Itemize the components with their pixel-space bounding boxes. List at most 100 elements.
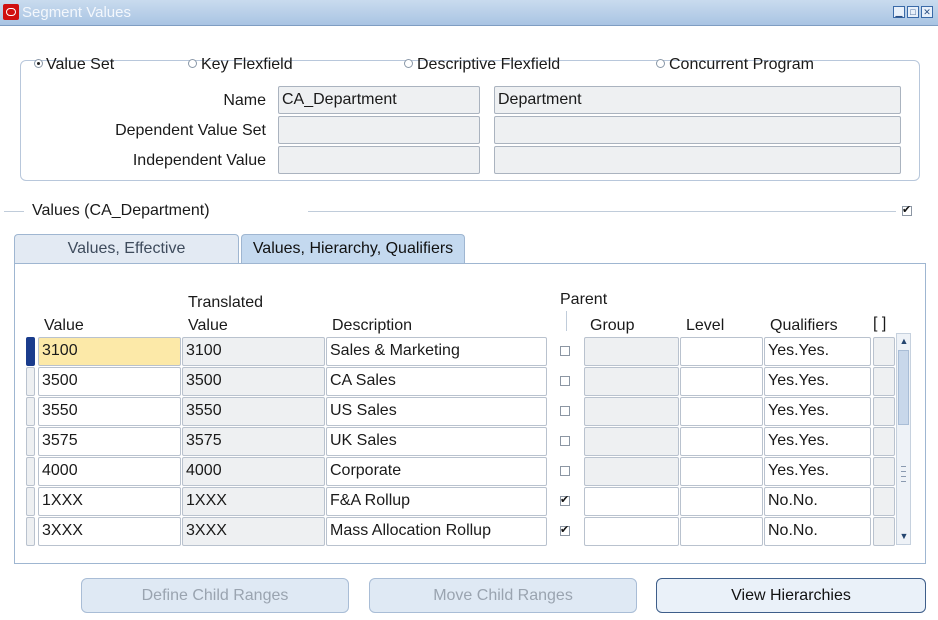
qualifiers-cell[interactable]: Yes.Yes. (764, 457, 871, 486)
translated-value-cell[interactable]: 3575 (182, 427, 325, 456)
value-cell[interactable]: 3XXX (38, 517, 181, 546)
oracle-logo-icon (3, 4, 19, 20)
translated-value-cell[interactable]: 3550 (182, 397, 325, 426)
parent-checkbox[interactable] (560, 346, 570, 356)
independent-value-description-field[interactable] (494, 146, 901, 174)
dependent-value-set-field[interactable] (278, 116, 480, 144)
group-cell[interactable] (584, 427, 679, 456)
description-cell[interactable]: UK Sales (326, 427, 547, 456)
row-indicator[interactable] (26, 337, 35, 366)
qualifiers-column-header: Qualifiers (770, 317, 838, 334)
descriptive-flexfield-cell[interactable] (873, 337, 895, 366)
descriptive-flexfield-cell[interactable] (873, 397, 895, 426)
description-column-header: Description (332, 317, 413, 334)
tab-values-effective[interactable]: Values, Effective (14, 234, 239, 264)
descriptive-flexfield-cell[interactable] (873, 517, 895, 546)
value-cell[interactable]: 3500 (38, 367, 181, 396)
move-child-ranges-button[interactable]: Move Child Ranges (369, 578, 637, 613)
parent-checkbox[interactable] (560, 436, 570, 446)
parent-checkbox[interactable] (560, 376, 570, 386)
scroll-down-arrow-icon[interactable]: ▼ (899, 531, 909, 541)
qualifiers-cell[interactable]: Yes.Yes. (764, 367, 871, 396)
qualifiers-cell[interactable]: Yes.Yes. (764, 427, 871, 456)
qualifiers-cell[interactable]: Yes.Yes. (764, 397, 871, 426)
descriptive-flexfield-label: Descriptive Flexfield (417, 56, 561, 73)
value-cell[interactable]: 4000 (38, 457, 181, 486)
dependent-value-set-label: Dependent Value Set (115, 122, 266, 139)
concurrent-program-radio[interactable] (656, 59, 665, 68)
extra-column-header: [ ] (873, 315, 887, 332)
grip-icon (901, 466, 906, 467)
qualifiers-cell[interactable]: No.No. (764, 517, 871, 546)
description-cell[interactable]: Mass Allocation Rollup (326, 517, 547, 546)
description-cell[interactable]: Corporate (326, 457, 547, 486)
group-cell[interactable] (584, 487, 679, 516)
level-column-header: Level (686, 317, 725, 334)
value-cell[interactable]: 3575 (38, 427, 181, 456)
translated-value-cell[interactable]: 4000 (182, 457, 325, 486)
row-indicator[interactable] (26, 397, 35, 426)
descriptive-flexfield-cell[interactable] (873, 367, 895, 396)
view-hierarchies-button[interactable]: View Hierarchies (656, 578, 926, 613)
maximize-button[interactable]: □ (907, 6, 919, 18)
parent-checkbox[interactable] (560, 466, 570, 476)
row-indicator[interactable] (26, 457, 35, 486)
vertical-scrollbar[interactable]: ▲ ▼ (896, 333, 911, 545)
description-cell[interactable]: Sales & Marketing (326, 337, 547, 366)
row-indicator[interactable] (26, 427, 35, 456)
parent-checkbox[interactable] (560, 523, 570, 536)
group-cell[interactable] (584, 397, 679, 426)
level-cell[interactable] (680, 457, 763, 486)
name-field[interactable]: CA_Department (278, 86, 480, 114)
value-cell[interactable]: 1XXX (38, 487, 181, 516)
group-cell[interactable] (584, 337, 679, 366)
key-flexfield-label: Key Flexfield (201, 56, 293, 73)
row-indicator[interactable] (26, 487, 35, 516)
level-cell[interactable] (680, 337, 763, 366)
description-cell[interactable]: CA Sales (326, 367, 547, 396)
level-cell[interactable] (680, 517, 763, 546)
descriptive-flexfield-cell[interactable] (873, 457, 895, 486)
description-cell[interactable]: F&A Rollup (326, 487, 547, 516)
close-button[interactable]: ✕ (921, 6, 933, 18)
level-cell[interactable] (680, 367, 763, 396)
level-cell[interactable] (680, 487, 763, 516)
value-cell[interactable]: 3550 (38, 397, 181, 426)
qualifiers-cell[interactable]: Yes.Yes. (764, 337, 871, 366)
descriptive-flexfield-radio[interactable] (404, 59, 413, 68)
descriptive-flexfield-cell[interactable] (873, 487, 895, 516)
translated-value-cell[interactable]: 1XXX (182, 487, 325, 516)
descriptive-flexfield-cell[interactable] (873, 427, 895, 456)
value-cell[interactable]: 3100 (38, 337, 181, 366)
translated-value-cell[interactable]: 3100 (182, 337, 325, 366)
parent-checkbox[interactable] (560, 493, 570, 506)
scrollbar-thumb[interactable] (898, 350, 909, 425)
parent-checkbox[interactable] (560, 406, 570, 416)
row-indicator[interactable] (26, 517, 35, 546)
translated-value-cell[interactable]: 3XXX (182, 517, 325, 546)
minimize-button[interactable]: ▁ (893, 6, 905, 18)
name-description-field[interactable]: Department (494, 86, 901, 114)
section-toggle-checkbox[interactable] (902, 203, 912, 216)
dependent-value-set-description-field[interactable] (494, 116, 901, 144)
name-label: Name (223, 92, 266, 109)
parent-column-header: Parent (560, 291, 608, 308)
independent-value-field[interactable] (278, 146, 480, 174)
description-cell[interactable]: US Sales (326, 397, 547, 426)
group-cell[interactable] (584, 457, 679, 486)
group-cell[interactable] (584, 517, 679, 546)
translated-value-cell[interactable]: 3500 (182, 367, 325, 396)
translated-column-header-line2: Value (188, 317, 228, 334)
level-cell[interactable] (680, 427, 763, 456)
group-cell[interactable] (584, 367, 679, 396)
value-set-label: Value Set (46, 56, 115, 73)
tab-values-hierarchy-qualifiers[interactable]: Values, Hierarchy, Qualifiers (241, 234, 465, 264)
value-set-radio[interactable] (34, 59, 43, 68)
key-flexfield-radio[interactable] (188, 59, 197, 68)
scroll-up-arrow-icon[interactable]: ▲ (899, 336, 909, 346)
qualifiers-cell[interactable]: No.No. (764, 487, 871, 516)
group-column-header: Group (590, 317, 635, 334)
row-indicator[interactable] (26, 367, 35, 396)
level-cell[interactable] (680, 397, 763, 426)
define-child-ranges-button[interactable]: Define Child Ranges (81, 578, 349, 613)
